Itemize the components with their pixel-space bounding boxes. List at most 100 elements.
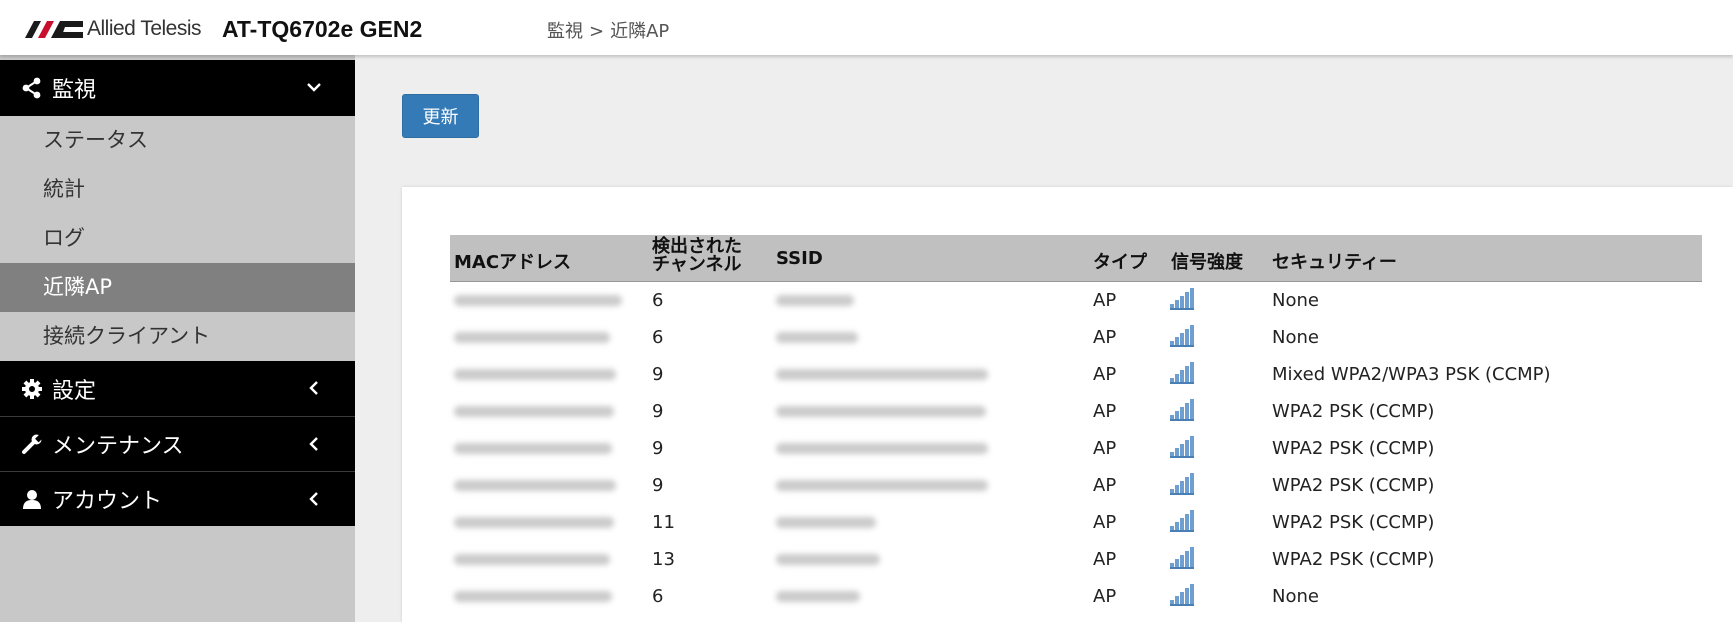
sidebar-group-account[interactable]: アカウント	[0, 471, 355, 526]
sidebar-group-monitor[interactable]: 監視	[0, 60, 355, 116]
table-row[interactable]: 9 AP WPA2 PSK (CCMP)	[450, 467, 1702, 504]
table-header: MACアドレス 検出された チャンネル SSID タイプ 信号強度 セキュリティ…	[450, 235, 1702, 282]
ssid-redacted	[776, 406, 986, 417]
column-header-security[interactable]: セキュリティー	[1272, 248, 1397, 274]
column-header-type[interactable]: タイプ	[1093, 248, 1147, 274]
ssid-redacted	[776, 517, 876, 528]
allied-telesis-mark-icon	[25, 21, 83, 38]
security-cell: None	[1272, 290, 1319, 311]
column-header-channel[interactable]: 検出された チャンネル	[652, 238, 742, 274]
type-cell: AP	[1093, 364, 1117, 385]
ssid-redacted	[776, 591, 860, 602]
refresh-button[interactable]: 更新	[402, 94, 479, 138]
channel-cell: 9	[652, 438, 664, 459]
table-row[interactable]: 9 AP WPA2 PSK (CCMP)	[450, 393, 1702, 430]
logo-text: Allied Telesis	[87, 17, 202, 40]
breadcrumb-item-current: 近隣AP	[610, 21, 670, 42]
mac-address-redacted	[454, 480, 616, 491]
column-header-channel-line2: チャンネル	[652, 254, 742, 275]
channel-cell: 6	[652, 327, 664, 348]
type-cell: AP	[1093, 475, 1117, 496]
top-header: Allied Telesis AT-TQ6702e GEN2 監視 > 近隣AP	[0, 0, 1733, 55]
mac-address-redacted	[454, 554, 610, 565]
mac-address-redacted	[454, 406, 614, 417]
sidebar-group-settings[interactable]: 設定	[0, 361, 355, 416]
user-icon	[20, 487, 44, 511]
channel-cell: 9	[652, 401, 664, 422]
table-row[interactable]: 6 AP None	[450, 282, 1702, 319]
sidebar-group-label: メンテナンス	[52, 434, 184, 459]
ssid-redacted	[776, 332, 858, 343]
security-cell: WPA2 PSK (CCMP)	[1272, 512, 1435, 533]
breadcrumb: 監視 > 近隣AP	[547, 17, 669, 43]
sidebar-group-maintenance[interactable]: メンテナンス	[0, 416, 355, 471]
channel-cell: 6	[652, 586, 664, 607]
table-row[interactable]: 6 AP None	[450, 578, 1702, 615]
channel-cell: 9	[652, 364, 664, 385]
sidebar-group-label: 監視	[52, 78, 97, 103]
sidebar-item-statistics[interactable]: 統計	[0, 165, 355, 214]
security-cell: WPA2 PSK (CCMP)	[1272, 549, 1435, 570]
table-row[interactable]: 9 AP WPA2 PSK (CCMP)	[450, 430, 1702, 467]
mac-address-redacted	[454, 591, 612, 602]
type-cell: AP	[1093, 438, 1117, 459]
type-cell: AP	[1093, 512, 1117, 533]
column-header-signal[interactable]: 信号強度	[1171, 248, 1243, 274]
product-name: AT-TQ6702e GEN2	[222, 16, 423, 42]
table-row[interactable]: 11 AP WPA2 PSK (CCMP)	[450, 504, 1702, 541]
column-header-ssid[interactable]: SSID	[776, 248, 823, 269]
chevron-left-icon	[309, 437, 318, 451]
type-cell: AP	[1093, 549, 1117, 570]
sidebar-item-status[interactable]: ステータス	[0, 116, 355, 165]
mac-address-redacted	[454, 517, 614, 528]
signal-bars-icon	[1170, 547, 1194, 569]
signal-bars-icon	[1170, 288, 1194, 310]
ssid-redacted	[776, 369, 988, 380]
sidebar-item-neighbor-ap[interactable]: 近隣AP	[0, 263, 355, 312]
table-row[interactable]: 13 AP WPA2 PSK (CCMP)	[450, 541, 1702, 578]
security-cell: Mixed WPA2/WPA3 PSK (CCMP)	[1272, 364, 1551, 385]
security-cell: WPA2 PSK (CCMP)	[1272, 475, 1435, 496]
breadcrumb-item[interactable]: 監視	[547, 21, 583, 42]
breadcrumb-separator: >	[589, 21, 605, 42]
type-cell: AP	[1093, 290, 1117, 311]
sidebar-group-label: アカウント	[52, 489, 163, 514]
security-cell: WPA2 PSK (CCMP)	[1272, 438, 1435, 459]
type-cell: AP	[1093, 327, 1117, 348]
ssid-redacted	[776, 295, 854, 306]
ssid-redacted	[776, 480, 988, 491]
sidebar-group-label: 設定	[52, 378, 97, 404]
sidebar-item-connected-clients[interactable]: 接続クライアント	[0, 312, 355, 361]
mac-address-redacted	[454, 369, 616, 380]
wrench-icon	[20, 432, 44, 456]
allied-telesis-logo: Allied Telesis	[25, 17, 202, 40]
column-header-mac[interactable]: MACアドレス	[454, 248, 571, 274]
channel-cell: 11	[652, 512, 675, 533]
chevron-left-icon	[309, 492, 318, 506]
channel-cell: 6	[652, 290, 664, 311]
ssid-redacted	[776, 443, 988, 454]
type-cell: AP	[1093, 401, 1117, 422]
type-cell: AP	[1093, 586, 1117, 607]
sidebar-item-log[interactable]: ログ	[0, 214, 355, 263]
signal-bars-icon	[1170, 399, 1194, 421]
signal-bars-icon	[1170, 510, 1194, 532]
share-icon	[20, 76, 44, 100]
signal-bars-icon	[1170, 362, 1194, 384]
table-row[interactable]: 6 AP None	[450, 319, 1702, 356]
ssid-redacted	[776, 554, 880, 565]
signal-bars-icon	[1170, 473, 1194, 495]
security-cell: None	[1272, 327, 1319, 348]
channel-cell: 13	[652, 549, 675, 570]
mac-address-redacted	[454, 443, 612, 454]
signal-bars-icon	[1170, 584, 1194, 606]
mac-address-redacted	[454, 295, 622, 306]
table-row[interactable]: 9 AP Mixed WPA2/WPA3 PSK (CCMP)	[450, 356, 1702, 393]
sidebar: 監視 ステータス 統計 ログ 近隣AP 接続クライアント 設定 メンテナンス ア…	[0, 55, 355, 622]
neighbor-ap-panel: MACアドレス 検出された チャンネル SSID タイプ 信号強度 セキュリティ…	[402, 187, 1733, 622]
chevron-left-icon	[309, 381, 318, 395]
security-cell: WPA2 PSK (CCMP)	[1272, 401, 1435, 422]
gear-icon	[20, 377, 44, 401]
mac-address-redacted	[454, 332, 610, 343]
channel-cell: 9	[652, 475, 664, 496]
